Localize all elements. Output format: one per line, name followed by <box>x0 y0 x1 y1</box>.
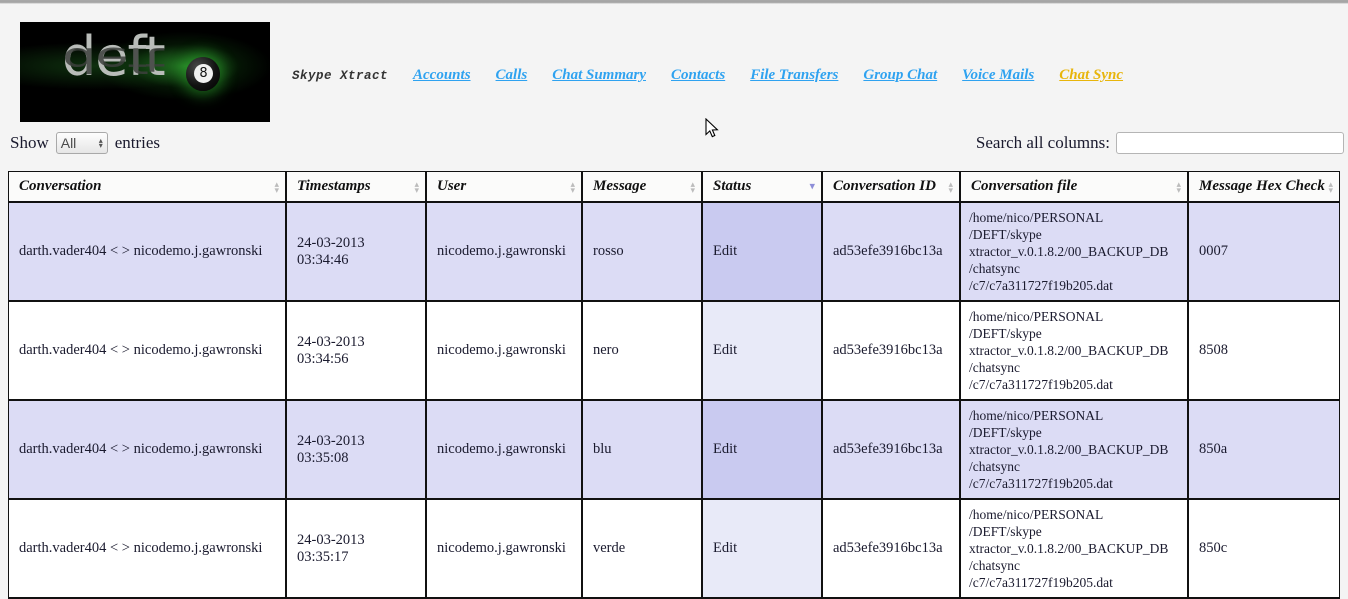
sort-both-icon: ▴ ▾ <box>948 178 953 195</box>
nav-item-calls[interactable]: Calls <box>496 67 528 84</box>
column-header-conversation-label: Conversation <box>19 178 102 194</box>
cell-conversation-id: ad53efe3916bc13a <box>822 202 961 302</box>
cell-user: nicodemo.j.gawronski <box>426 400 583 500</box>
nav-item-group-chat[interactable]: Group Chat <box>863 67 937 84</box>
show-entries-control: Show All ▴ ▾ entries <box>10 132 160 154</box>
cell-conversation-id: ad53efe3916bc13a <box>822 499 961 599</box>
sort-both-icon: ▴ ▾ <box>690 178 695 195</box>
cell-conversation-id: ad53efe3916bc13a <box>822 400 961 500</box>
nav-item-file-transfers[interactable]: File Transfers <box>750 67 838 84</box>
cell-message: nero <box>582 301 703 401</box>
column-header-timestamps-label: Timestamps <box>297 178 371 194</box>
table-row: darth.vader404 < > nicodemo.j.gawronski 2… <box>9 202 1339 302</box>
cell-user: nicodemo.j.gawronski <box>426 202 583 302</box>
cell-conversation-file: /home/nico/PERSONAL /DEFT/skype xtractor… <box>960 400 1189 500</box>
page-root: deft deft 8 Skype Xtract Accounts Calls … <box>0 4 1348 599</box>
cell-status-edit[interactable]: Edit <box>702 301 823 401</box>
cell-conversation: darth.vader404 < > nicodemo.j.gawronski <box>9 499 287 599</box>
table-row: darth.vader404 < > nicodemo.j.gawronski 2… <box>9 301 1339 401</box>
main-navigation: Skype Xtract Accounts Calls Chat Summary… <box>292 67 1123 84</box>
nav-item-voice-mails[interactable]: Voice Mails <box>962 67 1034 84</box>
cell-message-hex-check: 8508 <box>1188 301 1339 401</box>
column-header-conversation[interactable]: Conversation ▴ ▾ <box>9 172 287 203</box>
cell-status-edit[interactable]: Edit <box>702 400 823 500</box>
cell-conversation: darth.vader404 < > nicodemo.j.gawronski <box>9 202 287 302</box>
column-header-timestamps[interactable]: Timestamps ▴ ▾ <box>286 172 427 203</box>
eight-ball-number: 8 <box>194 64 213 83</box>
table-row: darth.vader404 < > nicodemo.j.gawronski 2… <box>9 400 1339 500</box>
chat-sync-table: Conversation ▴ ▾ Timestamps ▴ ▾ User ▴ ▾ Me… <box>9 172 1339 599</box>
conversation-file-path: /home/nico/PERSONAL /DEFT/skype xtractor… <box>969 309 1169 392</box>
column-header-conversation-file-label: Conversation file <box>971 178 1078 194</box>
table-header-row: Conversation ▴ ▾ Timestamps ▴ ▾ User ▴ ▾ Me… <box>9 172 1339 203</box>
cell-conversation: darth.vader404 < > nicodemo.j.gawronski <box>9 301 287 401</box>
cell-conversation-file: /home/nico/PERSONAL /DEFT/skype xtractor… <box>960 301 1189 401</box>
table-body: darth.vader404 < > nicodemo.j.gawronski 2… <box>9 202 1339 599</box>
entries-length-select[interactable]: All ▴ ▾ <box>55 132 108 154</box>
deft-logo: deft deft 8 <box>20 22 270 122</box>
nav-item-chat-sync[interactable]: Chat Sync <box>1059 67 1123 84</box>
entries-label: entries <box>114 133 161 152</box>
chat-sync-table-container: Conversation ▴ ▾ Timestamps ▴ ▾ User ▴ ▾ Me… <box>8 171 1340 599</box>
table-controls: Show All ▴ ▾ entries Search all columns: <box>0 132 1348 166</box>
sort-both-icon: ▴ ▾ <box>274 178 279 195</box>
sort-both-icon: ▴ ▾ <box>570 178 575 195</box>
column-header-message-hex-check[interactable]: Message Hex Check ▴ ▾ <box>1188 172 1339 203</box>
search-label: Search all columns: <box>975 133 1110 152</box>
spinner-arrows-icon: ▴ ▾ <box>98 136 103 150</box>
cell-timestamp: 24-03-2013 03:34:56 <box>286 301 427 401</box>
show-label: Show <box>10 133 49 152</box>
entries-length-value: All <box>60 135 77 151</box>
cell-conversation: darth.vader404 < > nicodemo.j.gawronski <box>9 400 287 500</box>
cell-user: nicodemo.j.gawronski <box>426 499 583 599</box>
logo-wordmark-reflection: deft <box>62 40 165 80</box>
column-header-conversation-id[interactable]: Conversation ID ▴ ▾ <box>822 172 961 203</box>
nav-item-accounts[interactable]: Accounts <box>413 67 471 84</box>
column-header-status-label: Status <box>713 178 752 194</box>
cell-message: verde <box>582 499 703 599</box>
nav-item-chat-summary[interactable]: Chat Summary <box>552 67 646 84</box>
cell-message-hex-check: 850a <box>1188 400 1339 500</box>
cell-status-edit[interactable]: Edit <box>702 499 823 599</box>
cell-timestamp: 24-03-2013 03:35:08 <box>286 400 427 500</box>
cell-message: rosso <box>582 202 703 302</box>
column-header-message-label: Message <box>593 178 647 194</box>
table-row: darth.vader404 < > nicodemo.j.gawronski 2… <box>9 499 1339 599</box>
cell-conversation-file: /home/nico/PERSONAL /DEFT/skype xtractor… <box>960 499 1189 599</box>
conversation-file-path: /home/nico/PERSONAL /DEFT/skype xtractor… <box>969 408 1169 491</box>
cell-conversation-file: /home/nico/PERSONAL /DEFT/skype xtractor… <box>960 202 1189 302</box>
cell-timestamp: 24-03-2013 03:35:17 <box>286 499 427 599</box>
column-header-conversation-file[interactable]: Conversation file ▴ ▾ <box>960 172 1189 203</box>
cell-message-hex-check: 0007 <box>1188 202 1339 302</box>
column-header-conversation-id-label: Conversation ID <box>833 178 936 194</box>
sort-both-icon: ▴ ▾ <box>1176 178 1181 195</box>
column-header-message[interactable]: Message ▴ ▾ <box>582 172 703 203</box>
cell-user: nicodemo.j.gawronski <box>426 301 583 401</box>
cell-conversation-id: ad53efe3916bc13a <box>822 301 961 401</box>
cell-message-hex-check: 850c <box>1188 499 1339 599</box>
column-header-message-hex-check-label: Message Hex Check <box>1199 178 1325 194</box>
app-title: Skype Xtract <box>292 68 389 83</box>
table-head: Conversation ▴ ▾ Timestamps ▴ ▾ User ▴ ▾ Me… <box>9 172 1339 203</box>
cell-message: blu <box>582 400 703 500</box>
nav-item-contacts[interactable]: Contacts <box>671 67 725 84</box>
cell-status-edit[interactable]: Edit <box>702 202 823 302</box>
search-input[interactable] <box>1116 132 1344 154</box>
conversation-file-path: /home/nico/PERSONAL /DEFT/skype xtractor… <box>969 507 1169 590</box>
search-control: Search all columns: <box>976 132 1344 154</box>
sort-both-icon: ▴ ▾ <box>1328 178 1333 195</box>
eight-ball-icon: 8 <box>186 57 220 91</box>
column-header-status[interactable]: Status ▾ <box>702 172 823 203</box>
column-header-user[interactable]: User ▴ ▾ <box>426 172 583 203</box>
conversation-file-path: /home/nico/PERSONAL /DEFT/skype xtractor… <box>969 210 1169 293</box>
site-header: deft deft 8 Skype Xtract Accounts Calls … <box>0 4 1348 122</box>
sort-both-icon: ▴ ▾ <box>414 178 419 195</box>
sort-desc-icon: ▾ <box>809 180 815 192</box>
cell-timestamp: 24-03-2013 03:34:46 <box>286 202 427 302</box>
column-header-user-label: User <box>437 178 467 194</box>
